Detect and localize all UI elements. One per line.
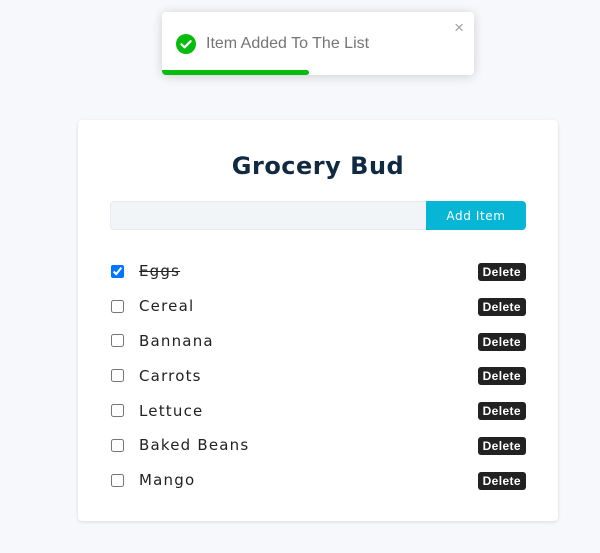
list-item: Bannana Delete bbox=[110, 324, 526, 359]
item-name: Baked Beans bbox=[139, 436, 250, 455]
delete-button[interactable]: Delete bbox=[477, 367, 526, 386]
page-title: Grocery Bud bbox=[231, 152, 405, 180]
close-icon[interactable]: × bbox=[454, 18, 464, 38]
list-item: Mango Delete bbox=[110, 463, 526, 498]
grocery-card: Grocery Bud Add Item Eggs Delete Cereal Del… bbox=[78, 120, 558, 521]
item-name: Bannana bbox=[139, 331, 214, 350]
delete-button[interactable]: Delete bbox=[477, 471, 526, 490]
list-item: Eggs Delete bbox=[110, 254, 526, 289]
item-checkbox[interactable] bbox=[111, 264, 124, 278]
toast-progress-bar bbox=[162, 70, 309, 75]
list-item: Carrots Delete bbox=[110, 358, 526, 393]
list-item: Cereal Delete bbox=[110, 289, 526, 324]
item-name: Mango bbox=[139, 471, 196, 490]
toast-progress-track bbox=[162, 70, 474, 75]
list-item: Lettuce Delete bbox=[110, 393, 526, 428]
item-checkbox[interactable] bbox=[111, 473, 124, 487]
delete-button[interactable]: Delete bbox=[477, 297, 526, 316]
check-circle-icon bbox=[176, 34, 196, 54]
item-name: Eggs bbox=[139, 262, 181, 281]
delete-button[interactable]: Delete bbox=[477, 332, 526, 351]
add-item-form: Add Item bbox=[110, 201, 526, 230]
item-name: Carrots bbox=[139, 366, 202, 385]
item-name: Cereal bbox=[139, 297, 195, 316]
delete-button[interactable]: Delete bbox=[477, 402, 526, 421]
add-item-button[interactable]: Add Item bbox=[426, 201, 526, 230]
item-checkbox[interactable] bbox=[111, 334, 124, 348]
item-name: Lettuce bbox=[139, 401, 204, 420]
delete-button[interactable]: Delete bbox=[477, 436, 526, 455]
item-checkbox[interactable] bbox=[111, 438, 124, 452]
item-input[interactable] bbox=[110, 201, 426, 230]
toast-message: Item Added To The List bbox=[206, 35, 370, 52]
item-checkbox[interactable] bbox=[111, 299, 124, 313]
delete-button[interactable]: Delete bbox=[477, 263, 526, 281]
grocery-list: Eggs Delete Cereal Delete Bannana Delete Carro… bbox=[110, 254, 526, 498]
item-checkbox[interactable] bbox=[111, 369, 124, 383]
item-checkbox[interactable] bbox=[111, 404, 124, 418]
toast-notification: Item Added To The List × bbox=[162, 12, 474, 75]
list-item: Baked Beans Delete bbox=[110, 428, 526, 463]
